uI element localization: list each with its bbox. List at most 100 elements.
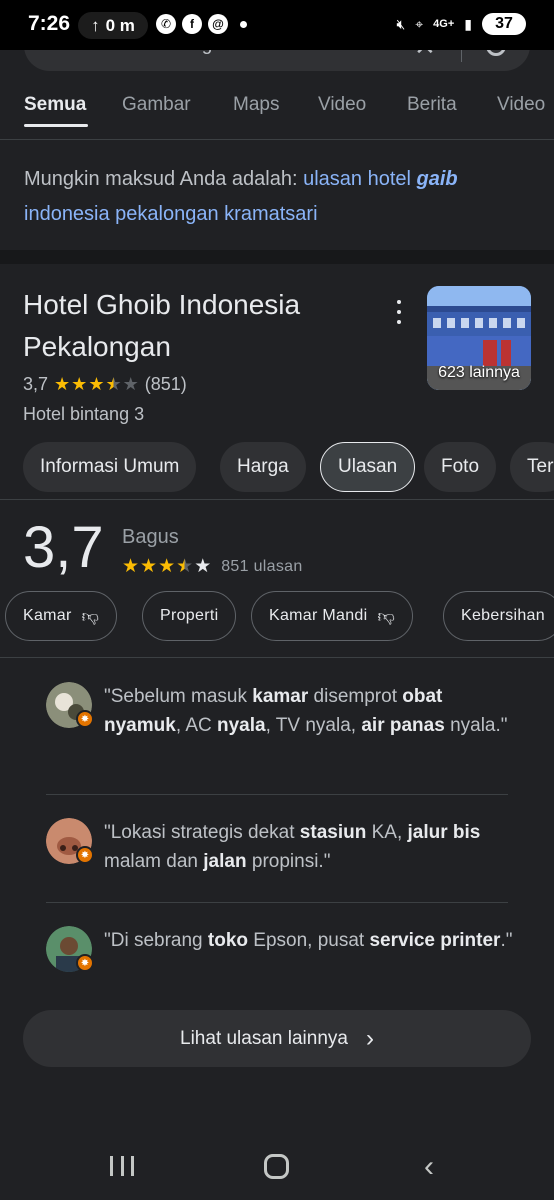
link-text: ulasan hotel <box>303 168 411 190</box>
local-guide-badge-icon: ✸ <box>76 954 94 972</box>
review-keyword: kamar <box>252 686 309 707</box>
facebook-icon: f <box>182 14 202 34</box>
review-text: "Di sebrang toko Epson, pusat service pr… <box>104 926 514 955</box>
aspect-label: Kamar <box>23 607 72 624</box>
rating-stars: ★ ★ ★ ★ ★ <box>54 374 139 395</box>
location-icon: ⌖ <box>415 15 424 32</box>
system-navigation-bar: ‹ <box>0 1130 554 1200</box>
aspect-label: Properti <box>160 607 219 624</box>
star-icon: ★ <box>122 556 140 577</box>
hotel-title[interactable]: Hotel Ghoib Indonesia Pekalongan <box>23 284 383 368</box>
review-text-part: propinsi." <box>246 851 331 872</box>
tab-video-2[interactable]: Video <box>497 94 545 116</box>
star-icon: ★ <box>140 556 158 577</box>
signal-icon: ▮ <box>464 15 472 32</box>
chip-more[interactable]: Ter <box>510 442 554 492</box>
review-keyword: stasiun <box>299 822 367 843</box>
aspect-label: Kamar Mandi <box>269 607 368 624</box>
divider <box>46 794 508 795</box>
clock: 7:26 <box>28 12 71 35</box>
chip-photos[interactable]: Foto <box>424 442 497 492</box>
upload-indicator: ↑ 0 m <box>78 12 148 39</box>
link-bold-text: gaib <box>416 168 458 190</box>
star-icon: ★ <box>71 374 88 394</box>
review-text-part: "Lokasi strategis dekat <box>104 822 300 843</box>
review-text-part: disemprot <box>308 686 403 707</box>
divider <box>0 499 554 500</box>
empty-star-icon: ★ <box>122 374 139 394</box>
local-guide-badge-icon: ✸ <box>76 710 94 728</box>
review-text: "Sebelum masuk kamar disemprot obat nyam… <box>104 682 514 740</box>
did-you-mean: Mungkin maksud Anda adalah: ulasan hotel… <box>24 162 534 232</box>
arrow-up-icon: ↑ <box>91 15 100 35</box>
did-you-mean-prefix: Mungkin maksud Anda adalah: <box>24 168 298 190</box>
aspect-room[interactable]: Kamar 👎︎ <box>5 591 118 641</box>
review-text-part: KA, <box>366 822 408 843</box>
tab-news[interactable]: Berita <box>407 94 457 116</box>
local-guide-badge-icon: ✸ <box>76 846 94 864</box>
battery-level: 37 <box>495 15 513 32</box>
review-text-part: "Di sebrang <box>104 930 208 951</box>
more-notifications-icon <box>240 20 247 28</box>
tab-video[interactable]: Video <box>318 94 366 116</box>
review-keyword: jalan <box>203 851 247 872</box>
half-star-icon: ★ <box>176 556 194 577</box>
tab-maps[interactable]: Maps <box>233 94 279 116</box>
review-text: "Lokasi strategis dekat stasiun KA, jalu… <box>104 818 514 876</box>
summary-stars: ★ ★ ★ ★ ★ 851 ulasan <box>122 555 303 578</box>
chip-overview[interactable]: Informasi Umum <box>23 442 197 492</box>
home-icon[interactable] <box>264 1154 289 1179</box>
review-snippet[interactable]: ✸ "Sebelum masuk kamar disemprot obat ny… <box>46 682 508 782</box>
tab-all[interactable]: Semua <box>24 94 86 116</box>
review-keyword: nyala <box>217 715 266 736</box>
review-count: 851 ulasan <box>221 557 303 575</box>
upload-label: 0 m <box>105 15 135 35</box>
back-icon[interactable]: ‹ <box>424 1152 434 1182</box>
tab-indicator <box>24 124 88 127</box>
more-options-icon[interactable] <box>392 300 406 324</box>
review-snippet[interactable]: ✸ "Lokasi strategis dekat stasiun KA, ja… <box>46 818 508 888</box>
divider <box>46 902 508 903</box>
thumb-down-icon: 👎︎ <box>81 606 100 626</box>
review-keyword: service printer <box>369 930 501 951</box>
review-text-part: , TV nyala, <box>265 715 362 736</box>
review-text-part: malam dan <box>104 851 204 872</box>
aspect-bathroom[interactable]: Kamar Mandi 👎︎ <box>251 591 414 641</box>
mute-icon: 🔇︎ <box>396 15 406 32</box>
star-icon: ★ <box>158 556 176 577</box>
review-keyword: jalur bis <box>407 822 481 843</box>
score-label: Bagus <box>122 526 179 548</box>
aspect-property[interactable]: Properti <box>142 591 237 641</box>
review-text-part: Epson, pusat <box>248 930 370 951</box>
review-text-part: ." <box>500 930 513 951</box>
hotel-tabs: Informasi Umum Harga Ulasan Foto Ter <box>0 442 554 494</box>
more-reviews-button[interactable]: Lihat ulasan lainnya › <box>23 1010 531 1067</box>
review-text-part: , AC <box>175 715 217 736</box>
aspect-cleanliness[interactable]: Kebersihan <box>443 591 554 641</box>
network-label: 4G+ <box>433 18 455 30</box>
status-bar: 7:26 ↑ 0 m ✆ f @ 🔇︎ ⌖ 4G+ ▮ 37 <box>0 0 554 50</box>
tab-images[interactable]: Gambar <box>122 94 191 116</box>
star-icon: ★ <box>88 374 105 394</box>
whatsapp-icon: ✆ <box>156 14 176 34</box>
chip-reviews[interactable]: Ulasan <box>320 442 416 492</box>
empty-star-icon: ★ <box>194 556 212 577</box>
review-keyword: toko <box>207 930 249 951</box>
star-icon: ★ <box>54 374 71 394</box>
half-star-icon: ★ <box>105 374 122 394</box>
chip-prices[interactable]: Harga <box>220 442 306 492</box>
battery-icon: 37 <box>482 13 526 35</box>
hotel-photo[interactable]: 623 lainnya <box>427 286 531 390</box>
recents-icon[interactable] <box>110 1156 134 1176</box>
thumb-down-icon: 👎︎ <box>377 606 396 626</box>
section-divider <box>0 250 554 264</box>
review-snippet[interactable]: ✸ "Di sebrang toko Epson, pusat service … <box>46 926 512 996</box>
hotel-type: Hotel bintang 3 <box>23 404 145 424</box>
rating-value: 3,7 <box>23 374 49 394</box>
aspect-filters: Kamar 👎︎ Properti Kamar Mandi 👎︎ Kebersiha… <box>0 591 554 643</box>
rating-count[interactable]: (851) <box>145 374 187 395</box>
aspect-label: Kebersihan <box>461 607 545 624</box>
review-text-part: nyala." <box>444 715 508 736</box>
review-text-part: "Sebelum masuk <box>104 686 253 707</box>
link-text-end: indonesia pekalongan kramatsari <box>24 203 318 225</box>
